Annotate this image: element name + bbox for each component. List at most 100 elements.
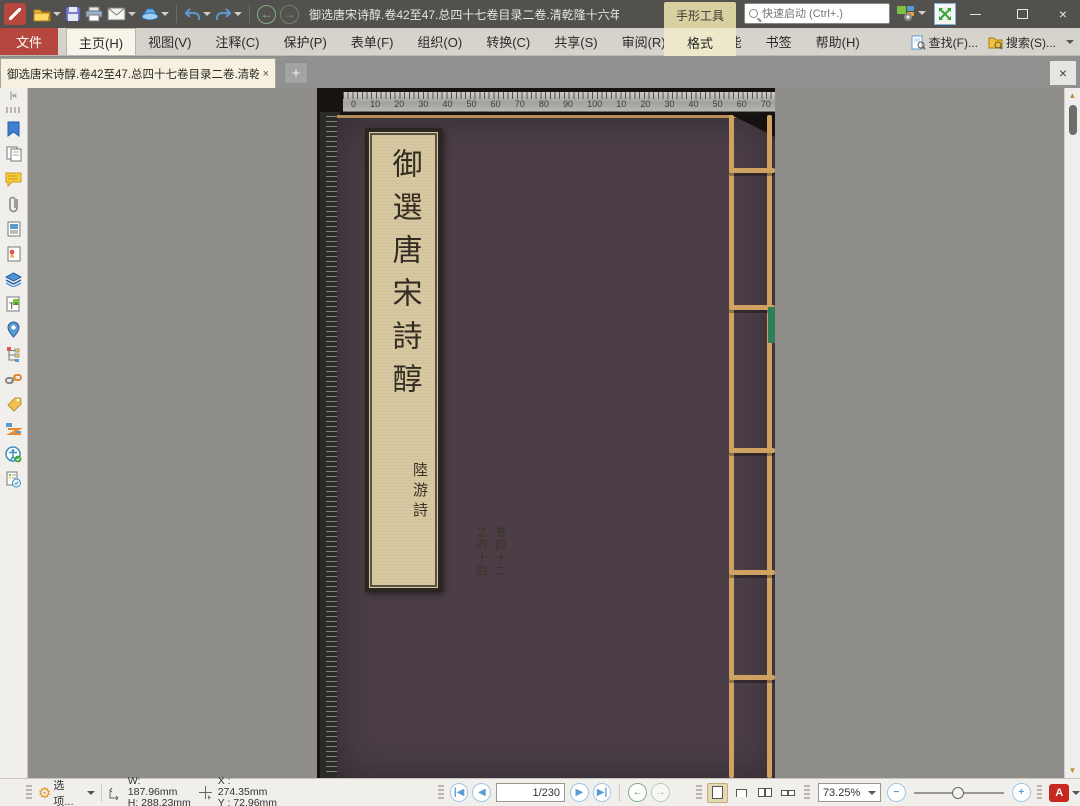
app-logo-icon[interactable] xyxy=(4,3,26,25)
first-page-button[interactable]: |◀ xyxy=(450,783,469,802)
photo-top-ruler: 010203040506070809010010203040506070 xyxy=(343,92,775,112)
close-button[interactable]: × xyxy=(1046,0,1080,28)
save-button[interactable] xyxy=(63,2,83,26)
search-button[interactable]: 搜索(S)... xyxy=(988,34,1056,51)
content-icon[interactable]: T xyxy=(5,295,23,313)
print-button[interactable] xyxy=(83,2,105,26)
portfolio-icon[interactable] xyxy=(5,220,23,238)
label-subtitle-text: 陸游詩 xyxy=(409,462,430,522)
destinations-icon[interactable] xyxy=(5,320,23,338)
next-page-button[interactable]: ▶ xyxy=(570,783,589,802)
chevron-down-icon[interactable] xyxy=(203,12,211,16)
open-file-button[interactable] xyxy=(31,2,63,26)
menu-share[interactable]: 共享(S) xyxy=(542,28,609,55)
undo-button[interactable] xyxy=(182,2,213,26)
menu-file[interactable]: 文件 xyxy=(0,28,58,55)
hand-tool-context-tab[interactable]: 手形工具 xyxy=(664,2,736,28)
window-document-title: 御选唐宋诗醇.卷42至47.总四十七卷目录二卷.清乾隆十六年（1751）内府.. xyxy=(309,6,619,23)
zoom-slider[interactable] xyxy=(914,792,1004,794)
statusbar-grip[interactable] xyxy=(804,785,810,801)
zoom-level-select[interactable]: 73.25% xyxy=(818,783,881,802)
search-input[interactable] xyxy=(762,8,880,20)
tab-close-icon[interactable]: × xyxy=(263,68,269,80)
fullscreen-button[interactable] xyxy=(934,3,956,25)
zoom-in-button[interactable]: + xyxy=(1012,783,1031,802)
minimize-button[interactable] xyxy=(958,0,992,28)
page-number-input[interactable]: 1/230 xyxy=(496,783,565,802)
menu-view[interactable]: 视图(V) xyxy=(136,28,203,55)
main-area: |« T 01020304050607080901001020304050607… xyxy=(0,88,1080,778)
active-document-tab[interactable]: 御选唐宋诗醇.卷42至47.总四十七卷目录二卷.清乾隆十.. × xyxy=(0,58,276,88)
last-page-button[interactable]: ▶| xyxy=(593,783,612,802)
scroll-down-icon[interactable]: ▼ xyxy=(1069,763,1077,778)
tags-icon[interactable] xyxy=(5,395,23,413)
new-tab-button[interactable]: + xyxy=(284,62,308,84)
menu-comment[interactable]: 注释(C) xyxy=(203,28,271,55)
chevron-down-icon[interactable] xyxy=(918,11,926,15)
book-top-stitch xyxy=(337,115,775,118)
two-page-continuous-button[interactable] xyxy=(777,783,799,803)
scan-button[interactable] xyxy=(138,2,171,26)
options-button[interactable]: 选项... xyxy=(53,777,94,806)
structure-tree-icon[interactable] xyxy=(5,345,23,363)
accessibility-check-icon[interactable] xyxy=(5,470,23,488)
layers-icon[interactable] xyxy=(5,270,23,288)
chevron-down-icon[interactable] xyxy=(234,12,242,16)
search-icon xyxy=(749,9,758,18)
attachments-icon[interactable] xyxy=(5,195,23,213)
adobe-pdf-icon[interactable]: A xyxy=(1049,784,1069,802)
scrollbar-thumb[interactable] xyxy=(1069,105,1077,135)
page-dimensions: W: 187.96mm H: 288.23mm xyxy=(128,776,192,806)
zoom-out-button[interactable]: − xyxy=(887,783,906,802)
quick-launch-search[interactable] xyxy=(744,3,890,24)
menu-help[interactable]: 帮助(H) xyxy=(804,28,872,55)
find-button[interactable]: 查找(F)... xyxy=(911,34,978,51)
collapse-panel-icon[interactable]: |« xyxy=(10,90,17,100)
menu-bookmarks[interactable]: 书签 xyxy=(754,28,804,55)
accessibility-icon[interactable] xyxy=(5,445,23,463)
search-folder-icon xyxy=(988,35,1003,50)
previous-page-button[interactable]: ◀ xyxy=(472,783,491,802)
statusbar-grip[interactable] xyxy=(438,785,444,801)
separator xyxy=(249,5,250,23)
chevron-down-icon[interactable] xyxy=(161,12,169,16)
statusbar-grip[interactable] xyxy=(1037,785,1043,801)
next-view-button[interactable]: → xyxy=(651,783,670,802)
email-button[interactable] xyxy=(105,2,138,26)
scroll-up-icon[interactable]: ▲ xyxy=(1069,88,1077,103)
left-panel-bar: |« T xyxy=(0,88,28,778)
links-icon[interactable] xyxy=(5,370,23,388)
continuous-layout-button[interactable] xyxy=(730,783,752,803)
menu-home[interactable]: 主页(H) xyxy=(66,28,136,55)
chevron-down-icon[interactable] xyxy=(128,12,136,16)
bookmarks-icon[interactable] xyxy=(5,120,23,138)
close-document-button[interactable]: × xyxy=(1050,61,1076,85)
options-gear-icon[interactable]: ⚙ xyxy=(38,784,51,802)
document-canvas[interactable]: 010203040506070809010010203040506070 xyxy=(28,88,1064,778)
menu-convert[interactable]: 转换(C) xyxy=(474,28,542,55)
redo-button[interactable] xyxy=(213,2,244,26)
vertical-scrollbar[interactable]: ▲ ▼ xyxy=(1064,88,1080,778)
form-fields-icon[interactable] xyxy=(5,420,23,438)
previous-view-button[interactable]: ← xyxy=(628,783,647,802)
single-page-layout-button[interactable] xyxy=(707,783,729,803)
collapse-ribbon-chevron[interactable] xyxy=(1066,40,1074,44)
maximize-button[interactable] xyxy=(1005,0,1039,28)
chevron-down-icon[interactable] xyxy=(53,12,61,16)
history-back-button[interactable]: ← xyxy=(257,5,276,24)
menu-format-context[interactable]: 格式 xyxy=(664,28,736,56)
menu-organize[interactable]: 组织(O) xyxy=(405,28,474,55)
statusbar-grip[interactable] xyxy=(26,785,32,801)
menu-form[interactable]: 表单(F) xyxy=(339,28,406,55)
panel-grip[interactable] xyxy=(6,107,22,113)
statusbar-grip[interactable] xyxy=(696,785,702,801)
customize-ui-button[interactable] xyxy=(896,4,926,22)
zoom-slider-thumb[interactable] xyxy=(952,787,964,799)
two-page-layout-button[interactable] xyxy=(754,783,776,803)
signatures-icon[interactable] xyxy=(5,245,23,263)
statusbar-more-chevron[interactable] xyxy=(1072,791,1080,795)
history-forward-button[interactable]: → xyxy=(280,5,299,24)
menu-protect[interactable]: 保护(P) xyxy=(271,28,338,55)
comments-icon[interactable] xyxy=(5,170,23,188)
page-thumbnails-icon[interactable] xyxy=(5,145,23,163)
